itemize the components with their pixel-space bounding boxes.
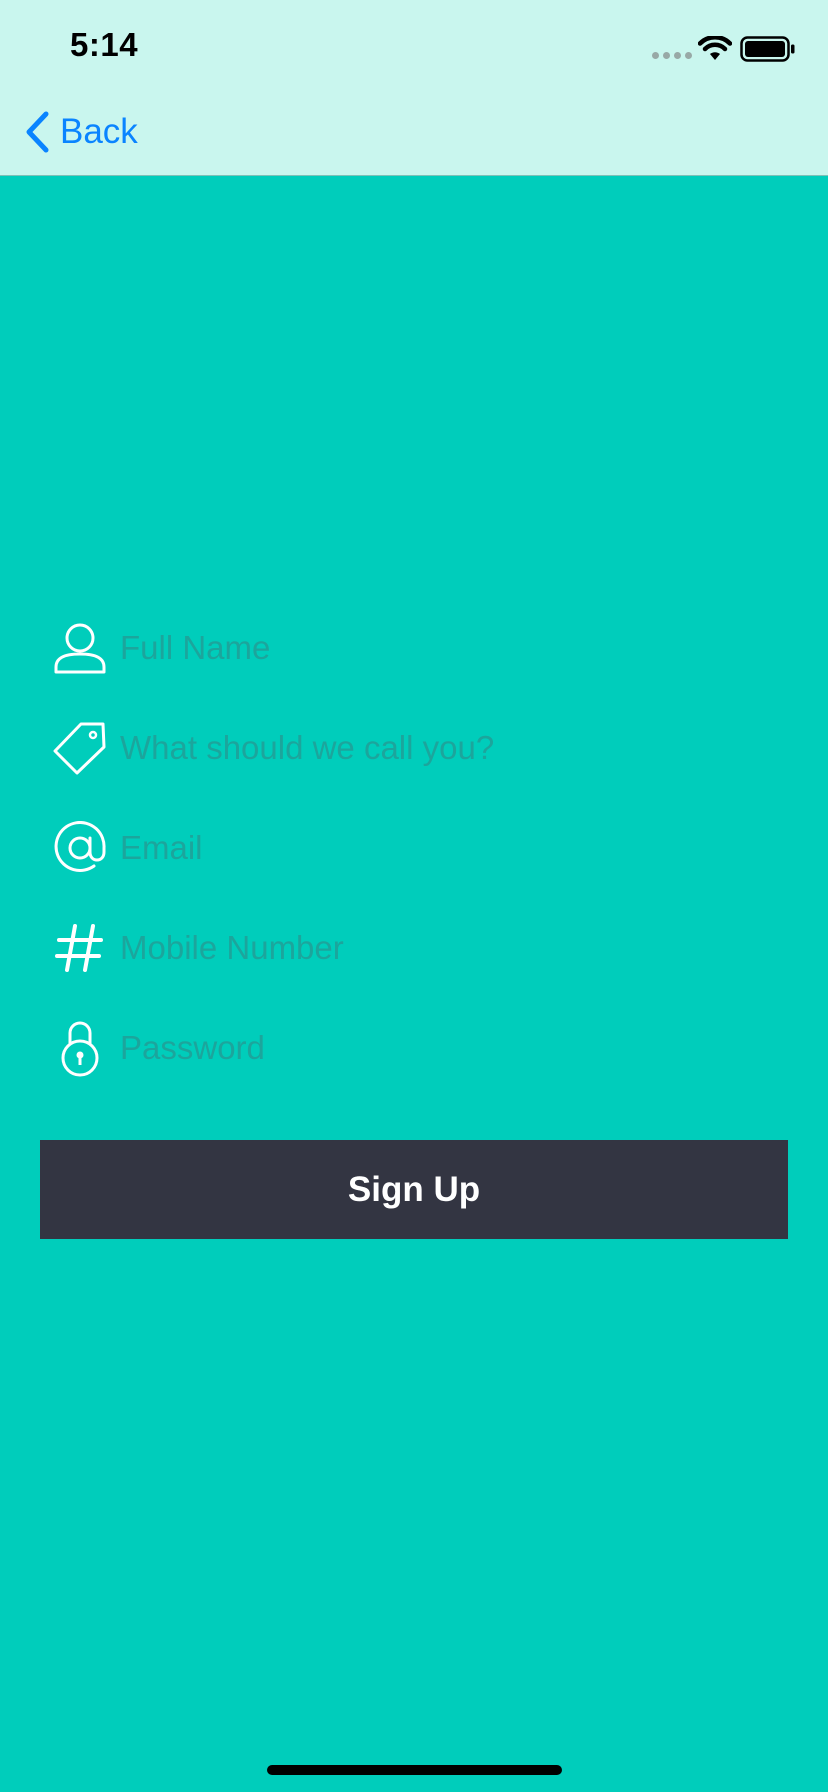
nickname-row — [50, 708, 790, 788]
mobile-number-row — [50, 908, 790, 988]
user-icon — [50, 608, 110, 688]
password-input[interactable] — [120, 1018, 780, 1078]
status-time: 5:14 — [70, 26, 139, 63]
home-indicator[interactable] — [267, 1765, 562, 1775]
full-name-input[interactable] — [120, 618, 780, 678]
cellular-signal-icon — [652, 52, 692, 59]
tag-icon — [50, 708, 110, 788]
sign-up-button[interactable]: Sign Up — [40, 1140, 788, 1239]
email-input[interactable] — [120, 818, 780, 878]
battery-icon — [740, 36, 795, 62]
at-sign-icon — [50, 808, 110, 888]
email-row — [50, 808, 790, 888]
password-row — [50, 1008, 790, 1088]
mobile-number-input[interactable] — [120, 918, 780, 978]
nickname-input[interactable] — [120, 718, 780, 778]
lock-icon — [50, 1008, 110, 1088]
chevron-left-icon — [26, 111, 49, 153]
wifi-icon — [698, 36, 732, 60]
navigation-bar: 5:14 Back — [0, 0, 828, 176]
back-label: Back — [60, 112, 138, 151]
hash-icon — [50, 908, 110, 988]
back-button[interactable]: Back — [24, 108, 138, 156]
full-name-row — [50, 608, 790, 688]
